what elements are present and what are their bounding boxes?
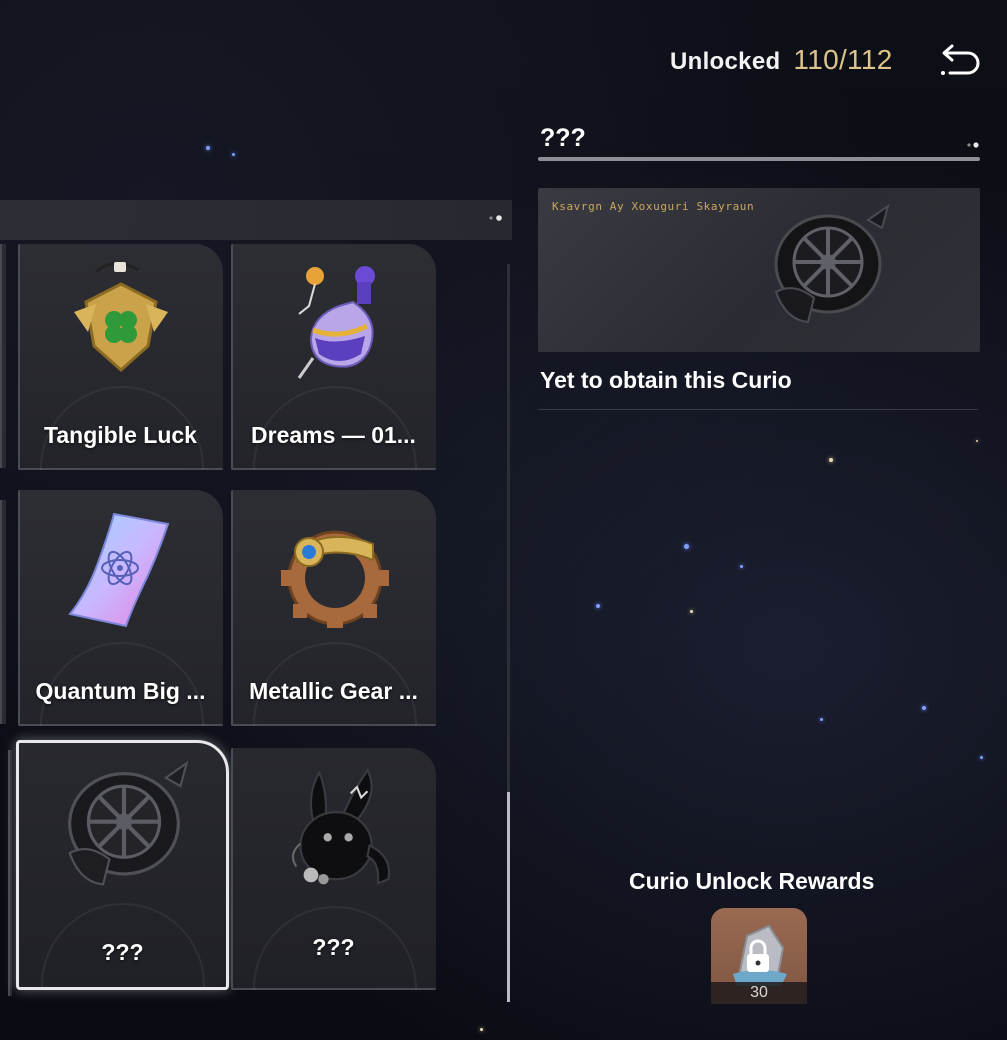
background-star bbox=[922, 706, 926, 710]
card-frame bbox=[231, 724, 436, 726]
unlocked-counter: Unlocked 110/112 bbox=[670, 44, 893, 76]
curio-name: ??? bbox=[101, 939, 144, 965]
curio-list-header bbox=[0, 200, 512, 240]
back-button[interactable] bbox=[938, 40, 982, 80]
curio-name: Tangible Luck bbox=[44, 422, 197, 448]
background-star bbox=[684, 544, 689, 549]
curio-name: ??? bbox=[312, 934, 355, 960]
ticket-icon bbox=[68, 512, 170, 628]
gear-ring-icon bbox=[281, 530, 389, 628]
background-star bbox=[829, 458, 833, 462]
card-frame bbox=[18, 468, 223, 470]
curio-card-selected[interactable]: ??? bbox=[16, 740, 229, 990]
reward-quantity: 30 bbox=[711, 982, 807, 1004]
background-star bbox=[596, 604, 600, 608]
background-star bbox=[820, 718, 823, 721]
curio-preview-image: Ksavrgn Ay Xoxuguri Skayraun bbox=[538, 188, 980, 352]
background-star bbox=[976, 440, 978, 442]
fish-wheel-icon bbox=[68, 760, 189, 886]
list-scrollbar-thumb[interactable] bbox=[507, 792, 510, 1002]
unlocked-count: 110/112 bbox=[793, 44, 893, 75]
background-star bbox=[740, 565, 743, 568]
title-underline bbox=[538, 157, 980, 161]
curio-status-text: Yet to obtain this Curio bbox=[540, 367, 792, 393]
divider bbox=[538, 409, 978, 410]
curio-card[interactable]: Quantum Big ... bbox=[18, 490, 223, 726]
card-frame bbox=[231, 468, 436, 470]
curio-name: Quantum Big ... bbox=[35, 678, 206, 704]
dots-decoration-icon bbox=[489, 215, 502, 221]
background-star bbox=[480, 1028, 483, 1031]
curio-name: Metallic Gear ... bbox=[249, 678, 418, 704]
curio-card[interactable]: Metallic Gear ... bbox=[231, 490, 436, 726]
clover-amulet-icon bbox=[74, 262, 168, 373]
partial-card bbox=[0, 500, 6, 724]
unlocked-label: Unlocked bbox=[670, 48, 781, 75]
background-star bbox=[206, 146, 210, 150]
rabbit-icon bbox=[291, 768, 391, 885]
curio-collection-screen: Unlocked 110/112 ??? Ksavrgn Ay Xoxuguri… bbox=[0, 0, 1007, 1040]
rune-caption: Ksavrgn Ay Xoxuguri Skayraun bbox=[552, 200, 755, 213]
rewards-title: Curio Unlock Rewards bbox=[629, 868, 875, 894]
fish-wheel-icon bbox=[774, 203, 890, 324]
background-star bbox=[232, 153, 235, 156]
curio-card[interactable]: Tangible Luck bbox=[18, 244, 223, 470]
partial-card bbox=[8, 750, 12, 996]
return-arrow-icon bbox=[941, 44, 980, 75]
partial-card bbox=[0, 244, 6, 468]
card-frame bbox=[18, 724, 223, 726]
curio-detail-title: ??? bbox=[540, 124, 586, 152]
potion-flask-icon bbox=[297, 266, 375, 379]
reward-item[interactable]: 30 bbox=[711, 908, 807, 1004]
background-star bbox=[690, 610, 693, 613]
dots-decoration-icon bbox=[967, 142, 979, 148]
curio-card[interactable]: ??? bbox=[231, 748, 436, 990]
background-star bbox=[980, 756, 983, 759]
curio-name: Dreams — 01... bbox=[251, 422, 416, 448]
curio-card[interactable]: Dreams — 01... bbox=[231, 244, 436, 470]
card-frame bbox=[231, 988, 436, 990]
